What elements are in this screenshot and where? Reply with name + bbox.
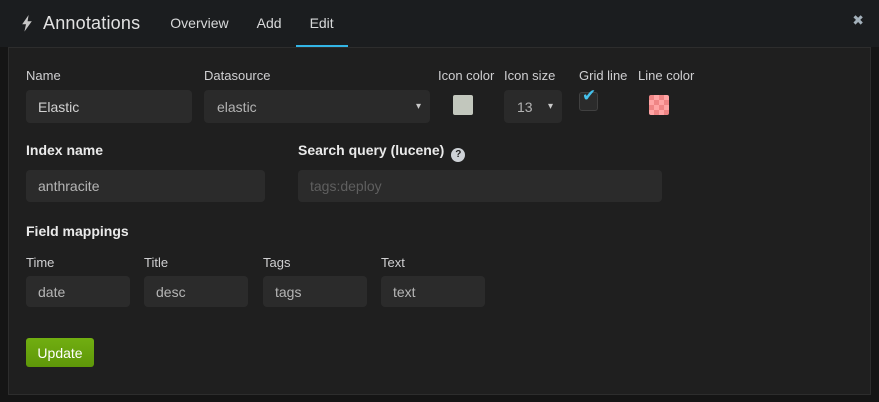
dialog-title: Annotations: [33, 0, 140, 47]
datasource-select[interactable]: elastic ▾: [204, 90, 430, 123]
tabs: Overview Add Edit: [156, 0, 347, 47]
close-icon[interactable]: ✖: [852, 13, 864, 27]
text-field-label: Text: [381, 255, 405, 270]
icon-size-selected-value: 13: [504, 99, 548, 115]
line-color-label: Line color: [638, 68, 694, 83]
name-label: Name: [26, 68, 61, 83]
help-icon[interactable]: ?: [451, 148, 465, 162]
icon-size-select[interactable]: 13 ▾: [504, 90, 562, 123]
search-query-label: Search query (lucene)?: [298, 142, 465, 162]
icon-color-swatch[interactable]: [453, 95, 473, 115]
tab-overview[interactable]: Overview: [156, 0, 242, 47]
tags-field-label: Tags: [263, 255, 290, 270]
search-query-input[interactable]: [298, 170, 662, 202]
chevron-down-icon: ▾: [416, 101, 430, 112]
datasource-label: Datasource: [204, 68, 270, 83]
index-name-label: Index name: [26, 142, 103, 158]
grid-line-checkbox[interactable]: ✔: [579, 92, 598, 111]
text-field-input[interactable]: [381, 276, 485, 307]
time-field-input[interactable]: [26, 276, 130, 307]
tab-add[interactable]: Add: [243, 0, 296, 47]
tags-field-input[interactable]: [263, 276, 367, 307]
title-field-input[interactable]: [144, 276, 248, 307]
annotation-edit-form: Name Datasource Icon color Icon size Gri…: [8, 47, 871, 395]
title-field-label: Title: [144, 255, 168, 270]
line-color-swatch[interactable]: [649, 95, 669, 115]
checkmark-icon: ✔: [582, 86, 596, 106]
field-mappings-title: Field mappings: [26, 223, 129, 239]
chevron-down-icon: ▾: [548, 101, 562, 112]
tab-edit[interactable]: Edit: [296, 0, 348, 47]
grid-line-label: Grid line: [579, 68, 627, 83]
name-input[interactable]: [26, 90, 192, 123]
update-button[interactable]: Update: [26, 338, 94, 367]
dialog-header: Annotations Overview Add Edit ✖: [0, 0, 879, 47]
bolt-icon: [0, 0, 33, 47]
icon-size-label: Icon size: [504, 68, 555, 83]
time-field-label: Time: [26, 255, 54, 270]
search-query-label-text: Search query (lucene): [298, 142, 444, 158]
datasource-selected-value: elastic: [204, 99, 416, 115]
icon-color-label: Icon color: [438, 68, 494, 83]
index-name-input[interactable]: [26, 170, 265, 202]
